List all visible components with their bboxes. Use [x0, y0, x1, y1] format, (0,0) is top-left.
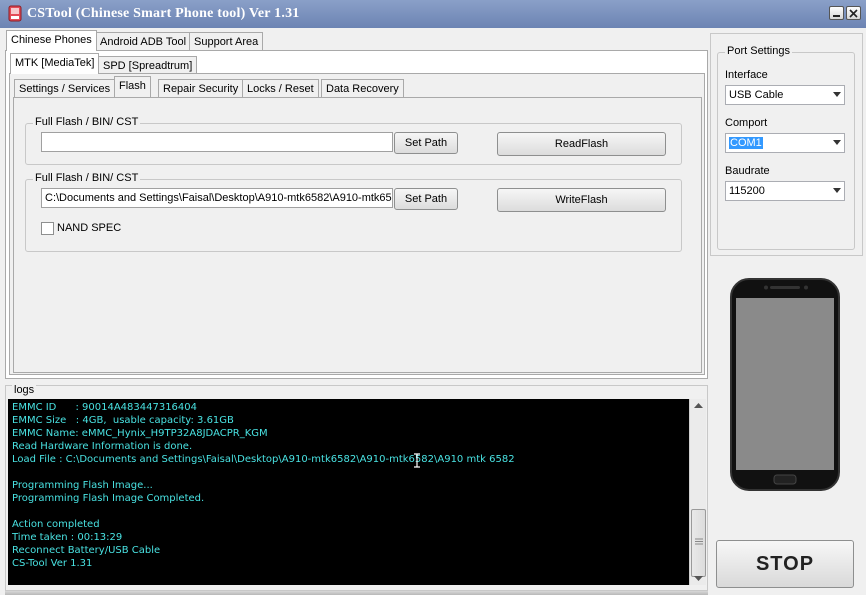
app-icon — [8, 5, 22, 22]
tab-mtk[interactable]: MTK [MediaTek] — [10, 53, 100, 74]
title-bar: CSTool (Chinese Smart Phone tool) Ver 1.… — [0, 0, 866, 28]
baudrate-select[interactable]: 115200 — [725, 181, 845, 201]
log-line: Read Hardware Information is done. — [12, 441, 193, 452]
interface-label: Interface — [725, 69, 768, 81]
text-cursor-icon — [414, 453, 420, 468]
log-line: Reconnect Battery/USB Cable — [12, 545, 161, 556]
scroll-up-icon[interactable] — [694, 402, 703, 409]
tab-data-recovery[interactable]: Data Recovery — [321, 79, 404, 98]
tab-repair-security[interactable]: Repair Security — [158, 79, 244, 98]
baudrate-value: 115200 — [729, 185, 765, 197]
tab-chinese-phones[interactable]: Chinese Phones — [6, 30, 97, 51]
write-path-input[interactable]: C:\Documents and Settings\Faisal\Desktop… — [41, 188, 393, 208]
log-line: EMMC Name: eMMC_Hynix_H9TP32A8JDACPR_KGM — [12, 428, 268, 439]
tab-support-area[interactable]: Support Area — [189, 32, 264, 51]
read-group-title: Full Flash / BIN/ CST — [33, 116, 141, 128]
log-line: EMMC ID : 90014A483447316404 — [12, 402, 198, 413]
tab-locks-reset[interactable]: Locks / Reset — [242, 79, 319, 98]
interface-value: USB Cable — [729, 89, 784, 101]
close-icon — [849, 9, 858, 18]
minimize-button[interactable] — [829, 6, 844, 20]
read-flash-button[interactable]: ReadFlash — [497, 132, 666, 156]
window-title: CSTool (Chinese Smart Phone tool) Ver 1.… — [27, 6, 300, 21]
tab-settings-services[interactable]: Settings / Services — [14, 79, 116, 98]
write-set-path-button[interactable]: Set Path — [394, 188, 458, 210]
chevron-down-icon — [833, 140, 841, 145]
nand-spec-checkbox[interactable] — [41, 222, 54, 235]
close-button[interactable] — [846, 6, 861, 20]
logs-title: logs — [12, 384, 37, 396]
stop-button[interactable]: STOP — [716, 540, 854, 588]
write-group-title: Full Flash / BIN/ CST — [33, 172, 141, 184]
scroll-down-icon[interactable] — [694, 575, 703, 582]
status-strip — [5, 591, 708, 595]
baudrate-label: Baudrate — [725, 165, 770, 177]
write-flash-button[interactable]: WriteFlash — [497, 188, 666, 212]
smartphone-icon — [730, 278, 840, 491]
log-line: Programming Flash Image... — [12, 480, 153, 491]
comport-value: COM1 — [729, 137, 763, 149]
scroll-thumb[interactable] — [691, 509, 706, 577]
interface-select[interactable]: USB Cable — [725, 85, 845, 105]
read-set-path-button[interactable]: Set Path — [394, 132, 458, 154]
tab-android-adb-tool[interactable]: Android ADB Tool — [95, 32, 192, 51]
log-scrollbar[interactable] — [689, 399, 706, 585]
comport-select[interactable]: COM1 — [725, 133, 845, 153]
log-line: Load File : C:\Documents and Settings\Fa… — [12, 454, 515, 465]
log-line: Programming Flash Image Completed. — [12, 493, 205, 504]
tab-flash[interactable]: Flash — [114, 76, 151, 97]
port-settings-title: Port Settings — [725, 45, 792, 57]
comport-label: Comport — [725, 117, 768, 129]
nand-spec-label: NAND SPEC — [57, 222, 122, 234]
minimize-icon — [833, 15, 840, 17]
log-line: Action completed — [12, 519, 100, 530]
read-path-input[interactable] — [41, 132, 393, 152]
log-output[interactable]: EMMC ID : 90014A483447316404 EMMC Size : … — [8, 399, 689, 585]
log-line: Time taken : 00:13:29 — [12, 532, 123, 543]
chevron-down-icon — [833, 188, 841, 193]
log-line: EMMC Size : 4GB, usable capacity: 3.61GB — [12, 415, 234, 426]
grip-icon — [695, 538, 703, 545]
chevron-down-icon — [833, 92, 841, 97]
window-client: Chinese Phones Android ADB Tool Support … — [0, 28, 866, 595]
log-line: CS-Tool Ver 1.31 — [12, 558, 93, 569]
